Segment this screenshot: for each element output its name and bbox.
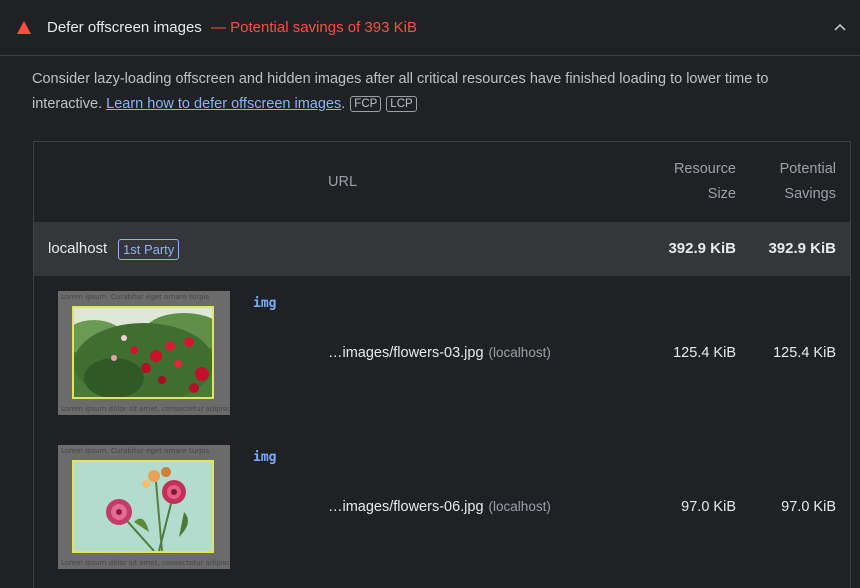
- resource-url-text: …images/flowers-03.jpg: [328, 345, 484, 361]
- resource-size: 97.0 KiB: [681, 499, 736, 515]
- thumbnail-caption-top: Lorem ipsum. Curabitur eget ornare turpi…: [61, 447, 210, 455]
- column-header-savings: Potential Savings: [780, 157, 836, 207]
- table-row[interactable]: Lorem ipsum. Curabitur eget ornare turpi…: [34, 430, 850, 584]
- learn-more-link[interactable]: Learn how to defer offscreen images: [106, 96, 341, 112]
- resource-origin: (localhost): [488, 499, 551, 514]
- group-size: 392.9 KiB: [668, 240, 736, 257]
- column-header-savings-line1: Potential: [779, 161, 836, 177]
- details-table: URL Resource Size Potential Savings loca…: [33, 141, 851, 588]
- node-label[interactable]: img: [253, 450, 276, 465]
- group-row-localhost: localhost 1st Party 392.9 KiB 392.9 KiB: [34, 222, 850, 276]
- metric-badge-lcp: LCP: [386, 96, 417, 112]
- warning-triangle-icon: [17, 21, 31, 34]
- description-period: .: [341, 96, 346, 112]
- resource-savings: 97.0 KiB: [781, 499, 836, 515]
- resource-size: 125.4 KiB: [673, 345, 736, 361]
- column-header-size-line1: Resource: [673, 161, 736, 177]
- resource-url-text: …images/flowers-06.jpg: [328, 499, 484, 515]
- node-label[interactable]: img: [253, 296, 276, 311]
- flowers-image-preview: [72, 460, 214, 553]
- column-header-size-line2: Size: [707, 186, 736, 202]
- audit-description: Consider lazy-loading offscreen and hidd…: [32, 67, 822, 117]
- group-savings: 392.9 KiB: [768, 240, 836, 257]
- chevron-up-icon[interactable]: [833, 22, 847, 32]
- element-screenshot-thumbnail[interactable]: Lorem ipsum. Curabitur eget ornare turpi…: [58, 291, 230, 415]
- resource-origin: (localhost): [488, 345, 551, 360]
- audit-header[interactable]: Defer offscreen images — Potential savin…: [0, 0, 860, 56]
- column-header-savings-line2: Savings: [784, 186, 836, 202]
- thumbnail-caption-bottom: Lorem ipsum dolor sit amet, consectetur …: [61, 405, 230, 413]
- table-row[interactable]: Lorem ipsum. Curabitur eget ornare turpi…: [34, 276, 850, 430]
- group-name: localhost: [48, 240, 108, 257]
- column-header-url: URL: [328, 174, 358, 190]
- flowers-image-preview: [72, 306, 214, 399]
- thumbnail-caption-bottom: Lorem ipsum dolor sit amet, consectetur …: [61, 559, 230, 567]
- audit-title: Defer offscreen images: [47, 19, 202, 36]
- audit-savings: — Potential savings of 393 KiB: [211, 19, 417, 36]
- metric-badge-fcp: FCP: [350, 96, 382, 112]
- resource-url[interactable]: …images/flowers-03.jpg (localhost): [328, 345, 551, 361]
- element-screenshot-thumbnail[interactable]: Lorem ipsum. Curabitur eget ornare turpi…: [58, 445, 230, 569]
- column-header-size: Resource Size: [674, 157, 736, 207]
- resource-savings: 125.4 KiB: [773, 345, 836, 361]
- table-header: URL Resource Size Potential Savings: [34, 142, 850, 222]
- resource-url[interactable]: …images/flowers-06.jpg (localhost): [328, 499, 551, 515]
- party-badge: 1st Party: [118, 239, 180, 260]
- thumbnail-caption-top: Lorem ipsum. Curabitur eget ornare turpi…: [61, 293, 210, 301]
